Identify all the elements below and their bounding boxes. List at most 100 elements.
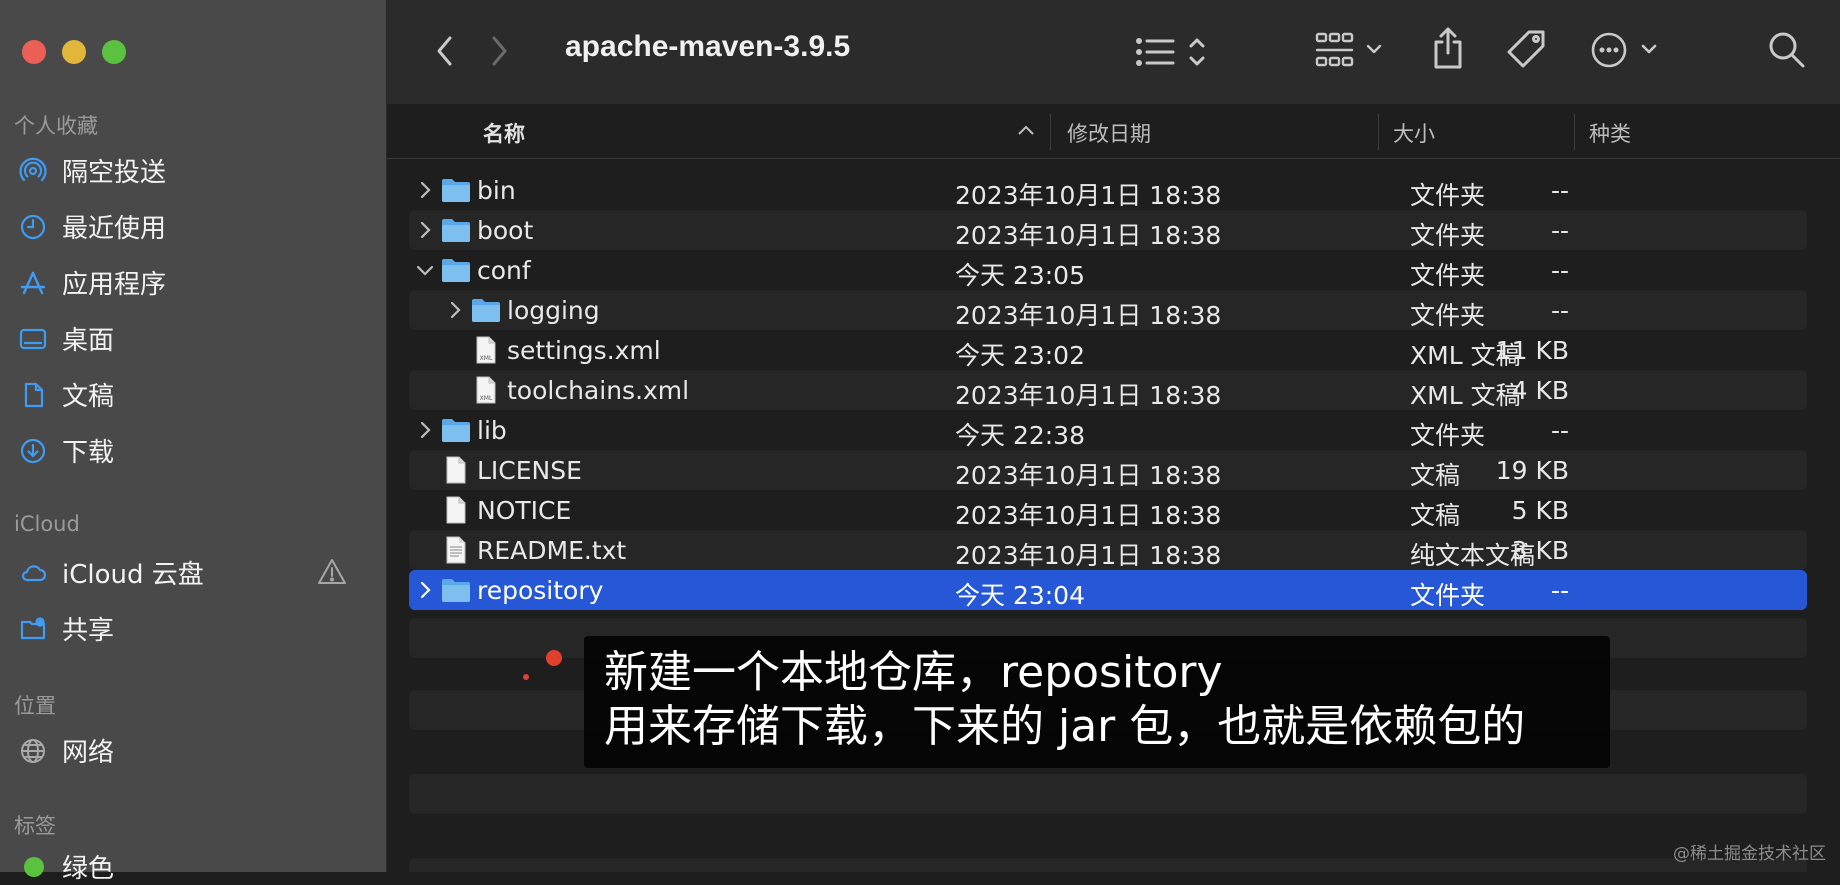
chevron-right-icon[interactable] — [415, 218, 435, 242]
file-row-readme-txt[interactable]: README.txt 2023年10月1日 18:38 3 KB 纯文本文稿 — [409, 530, 1807, 570]
file-row-conf[interactable]: conf 今天 23:05 -- 文件夹 — [409, 250, 1807, 290]
group-button[interactable] — [1315, 30, 1387, 70]
column-size[interactable]: 大小 — [1393, 118, 1435, 148]
sidebar-item-label: 共享 — [62, 616, 115, 646]
column-header: 名称 修改日期 大小 种类 — [387, 104, 1840, 159]
folder-icon — [471, 295, 501, 325]
sidebar-section-icloud: iCloud — [14, 512, 80, 536]
folder-icon — [441, 255, 471, 285]
sidebar-item-airdrop[interactable]: 隔空投送 — [18, 152, 166, 189]
chevron-down-icon[interactable] — [415, 258, 435, 282]
sidebar-item-desktop[interactable]: 桌面 — [18, 320, 114, 357]
search-button[interactable] — [1767, 30, 1807, 70]
column-divider[interactable] — [1050, 114, 1051, 150]
file-row-bin[interactable]: bin 2023年10月1日 18:38 -- 文件夹 — [409, 170, 1807, 210]
column-name[interactable]: 名称 — [483, 118, 525, 148]
file-date: 2023年10月1日 18:38 — [955, 181, 1222, 210]
sidebar-item-network[interactable]: 网络 — [18, 732, 114, 769]
file-row-repository[interactable]: repository 今天 23:04 -- 文件夹 — [409, 570, 1807, 610]
back-button[interactable] — [431, 34, 459, 68]
forward-button[interactable] — [485, 34, 513, 68]
sidebar-item-applications[interactable]: 应用程序 — [18, 264, 166, 301]
svg-text:XML: XML — [480, 355, 493, 362]
sidebar: 个人收藏 隔空投送 最近使用 应用程序 桌面 文稿 下载 iCloud iClo… — [0, 0, 387, 884]
file-size: -- — [1550, 416, 1569, 445]
chevron-right-icon[interactable] — [415, 578, 435, 602]
sidebar-item-label: 文稿 — [62, 382, 115, 412]
empty-row — [409, 774, 1807, 814]
file-row-notice[interactable]: NOTICE 2023年10月1日 18:38 5 KB 文稿 — [409, 490, 1807, 530]
column-divider[interactable] — [1574, 114, 1575, 150]
file-name: lib — [477, 416, 507, 445]
file-kind: 文稿 — [1410, 501, 1461, 530]
file-row-boot[interactable]: boot 2023年10月1日 18:38 -- 文件夹 — [409, 210, 1807, 250]
column-date[interactable]: 修改日期 — [1067, 118, 1151, 148]
sidebar-item-downloads[interactable]: 下载 — [18, 432, 114, 469]
folder-icon — [441, 415, 471, 445]
close-window-button[interactable] — [22, 40, 46, 64]
file-name: NOTICE — [477, 496, 572, 525]
document-icon — [18, 380, 48, 410]
chevron-right-icon[interactable] — [415, 418, 435, 442]
file-name: conf — [477, 256, 531, 285]
file-name: toolchains.xml — [507, 376, 690, 405]
file-kind: 文件夹 — [1410, 221, 1486, 250]
desktop-icon — [18, 324, 48, 354]
file-name: LICENSE — [477, 456, 582, 485]
text-file-icon — [441, 535, 471, 565]
file-row-logging[interactable]: logging 2023年10月1日 18:38 -- 文件夹 — [409, 290, 1807, 330]
file-date: 今天 22:38 — [955, 421, 1085, 450]
chevron-left-icon — [437, 36, 452, 66]
sort-ascending-icon[interactable] — [1017, 124, 1035, 136]
file-row-toolchains-xml[interactable]: XML toolchains.xml 2023年10月1日 18:38 4 KB XML… — [409, 370, 1807, 410]
tags-button[interactable] — [1505, 28, 1549, 72]
file-kind: 纯文本文稿 — [1410, 541, 1536, 570]
sidebar-item-recents[interactable]: 最近使用 — [18, 208, 166, 245]
empty-row — [409, 858, 1807, 872]
grid-group-icon — [1315, 32, 1382, 67]
ellipsis-circle-icon — [1591, 32, 1657, 68]
file-name: repository — [477, 576, 604, 605]
sidebar-item-label: 隔空投送 — [62, 158, 167, 188]
applications-icon — [18, 268, 48, 298]
folder-icon — [441, 575, 471, 605]
download-icon — [18, 436, 48, 466]
sidebar-item-label: 应用程序 — [62, 270, 167, 300]
tag-color-dot — [24, 856, 44, 877]
file-name: bin — [477, 176, 516, 205]
recording-indicator — [546, 650, 562, 666]
video-subtitle: 新建一个本地仓库，repository 用来存储下载，下来的 jar 包，也就是… — [584, 636, 1610, 768]
more-actions-button[interactable] — [1591, 30, 1663, 70]
chevron-right-icon[interactable] — [445, 298, 465, 322]
xml-file-icon: XML — [471, 335, 501, 365]
file-size: -- — [1550, 576, 1569, 605]
cloud-icon — [18, 558, 48, 588]
sidebar-item-label: iCloud 云盘 — [62, 560, 204, 590]
file-row-lib[interactable]: lib 今天 22:38 -- 文件夹 — [409, 410, 1807, 450]
column-divider[interactable] — [1378, 114, 1379, 150]
file-row-license[interactable]: LICENSE 2023年10月1日 18:38 19 KB 文稿 — [409, 450, 1807, 490]
sidebar-item-icloud-drive[interactable]: iCloud 云盘 — [18, 554, 204, 591]
file-date: 今天 23:04 — [955, 581, 1085, 610]
file-size: -- — [1550, 176, 1569, 205]
subtitle-line-1: 新建一个本地仓库，repository — [604, 647, 1223, 698]
column-kind[interactable]: 种类 — [1589, 118, 1631, 148]
minimize-window-button[interactable] — [62, 40, 86, 64]
subtitle-line-2: 用来存储下载，下来的 jar 包，也就是依赖包的 — [604, 701, 1526, 752]
chevron-right-icon[interactable] — [415, 178, 435, 202]
warning-icon[interactable] — [316, 556, 348, 588]
sidebar-item-label: 最近使用 — [62, 214, 167, 244]
file-row-settings-xml[interactable]: XML settings.xml 今天 23:02 11 KB XML 文稿 — [409, 330, 1807, 370]
view-list-button[interactable] — [1135, 34, 1215, 70]
sidebar-item-documents[interactable]: 文稿 — [18, 376, 114, 413]
share-button[interactable] — [1431, 26, 1465, 70]
sidebar-item-label: 下载 — [62, 438, 115, 468]
file-kind: XML 文稿 — [1410, 341, 1521, 370]
sidebar-item-shared[interactable]: 共享 — [18, 610, 114, 647]
svg-text:XML: XML — [480, 395, 493, 402]
sidebar-item-tag-green[interactable]: 绿色 — [18, 848, 114, 885]
cursor-dot — [523, 674, 529, 680]
file-kind: 文件夹 — [1410, 421, 1486, 450]
file-size: -- — [1550, 216, 1569, 245]
zoom-window-button[interactable] — [102, 40, 126, 64]
